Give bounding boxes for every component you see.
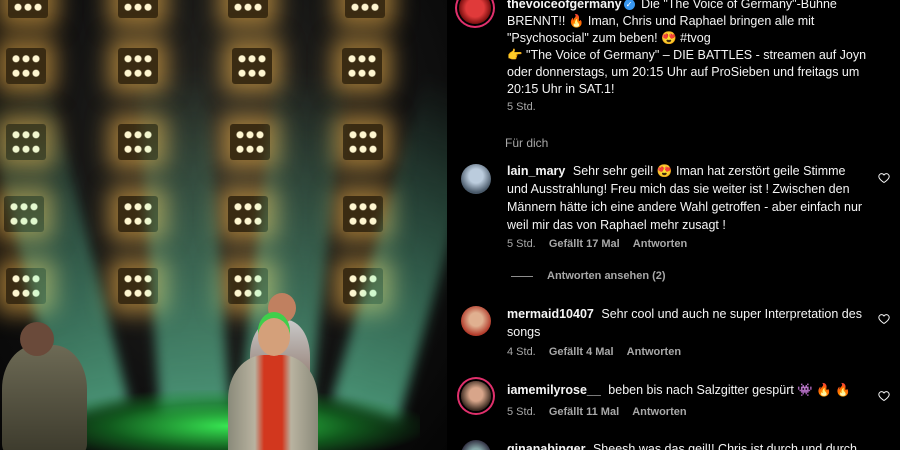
stage-light [228, 0, 268, 18]
comment-likes[interactable]: Gefällt 17 Mal [549, 238, 620, 250]
avatar-mermaid10407[interactable] [461, 306, 491, 336]
avatar-ginanabinger[interactable] [461, 440, 491, 450]
comment-meta: 4 Std. Gefällt 4 Mal Antworten [507, 346, 691, 358]
avatar-lain-mary[interactable] [461, 164, 491, 194]
reply-button[interactable]: Antworten [627, 346, 681, 358]
comment-iamemilyrose: iamemilyrose__ beben bis nach Salzgitter… [507, 381, 867, 399]
performer-center-head [258, 318, 290, 356]
comment-lain-mary: lain_mary Sehr sehr geil! 😍 Iman hat zer… [507, 162, 867, 234]
caption-username[interactable]: thevoiceofgermany [507, 0, 622, 11]
stage-light [230, 124, 270, 160]
verified-badge-icon: ✓ [623, 0, 635, 10]
comment-username[interactable]: lain_mary [507, 164, 565, 178]
reply-button[interactable]: Antworten [632, 406, 686, 418]
caption-time[interactable]: 5 Std. [507, 101, 536, 113]
translation-toggle[interactable]: Für dich [505, 136, 548, 150]
comment-likes[interactable]: Gefällt 11 Mal [549, 406, 619, 418]
comment-time[interactable]: 5 Std. [507, 238, 536, 250]
stage-light [343, 196, 383, 232]
stage-light [8, 0, 48, 18]
stage-light [343, 124, 383, 160]
avatar-thevoiceofgermany[interactable] [459, 0, 491, 24]
stage-light [118, 0, 158, 18]
comment-text: beben bis nach Salzgitter gespürt 👾 🔥 🔥 [608, 383, 851, 397]
comment-meta: 5 Std. Gefällt 11 Mal Antworten [507, 406, 697, 418]
comment-username[interactable]: ginanabinger [507, 442, 585, 450]
avatar-iamemilyrose[interactable] [461, 381, 491, 411]
comment-username[interactable]: iamemilyrose__ [507, 383, 601, 397]
stage-light [232, 48, 272, 84]
view-replies-button[interactable]: Antworten ansehen (2) [547, 270, 666, 282]
stage-light [342, 48, 382, 84]
comment-text: Sheesh was das geil!! Chris ist durch un… [592, 442, 857, 450]
reply-button[interactable]: Antworten [633, 238, 687, 250]
post-video[interactable] [0, 0, 447, 450]
comment-time[interactable]: 4 Std. [507, 346, 536, 358]
replies-divider [511, 276, 533, 277]
heart-outline-icon[interactable] [878, 172, 890, 184]
comment-likes[interactable]: Gefällt 4 Mal [549, 346, 614, 358]
comment-username[interactable]: mermaid10407 [507, 307, 594, 321]
performer-center [228, 355, 318, 450]
comment-mermaid10407: mermaid10407 Sehr cool und auch ne super… [507, 305, 867, 341]
post-caption: thevoiceofgermany ✓ Die "The Voice of Ger… [507, 0, 877, 98]
caption-line2: 👉 "The Voice of Germany" – DIE BATTLES -… [507, 48, 867, 96]
heart-outline-icon[interactable] [878, 390, 890, 402]
comments-panel: thevoiceofgermany ✓ Die "The Voice of Ger… [447, 0, 900, 450]
heart-outline-icon[interactable] [878, 313, 890, 325]
performer-left [2, 345, 87, 450]
performer-left-head [20, 322, 54, 356]
caption-meta: 5 Std. [507, 101, 546, 113]
comment-ginanabinger: ginanabinger Sheesh was das geil!! Chris… [507, 440, 867, 450]
comment-time[interactable]: 5 Std. [507, 406, 536, 418]
light-beam [136, 68, 230, 413]
comment-meta: 5 Std. Gefällt 17 Mal Antworten [507, 238, 697, 250]
stage-light [345, 0, 385, 18]
